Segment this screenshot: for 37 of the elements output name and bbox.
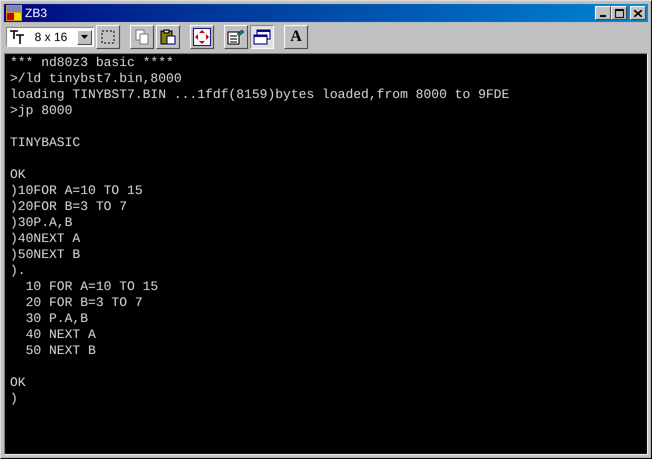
console-line: )20FOR B=3 TO 7: [10, 199, 128, 215]
console-line: loading TINYBST7.BIN ...1fdf(8159)bytes loaded,from 8000 to 9FDE: [10, 87, 510, 103]
app-icon: [6, 5, 22, 21]
minimize-button[interactable]: [595, 6, 611, 20]
console-line: >/ld tinybst7.bin,8000: [10, 71, 182, 87]
console-line: >jp 8000: [10, 103, 72, 119]
arrows-icon: [193, 28, 211, 46]
console-line: OK: [10, 167, 26, 183]
minimize-icon: [600, 15, 606, 17]
clipboard-icon: [160, 29, 176, 45]
properties-icon: [227, 29, 245, 45]
console-line: TINYBASIC: [10, 135, 80, 151]
window-title: ZB3: [25, 7, 48, 19]
font-button[interactable]: A: [284, 25, 308, 49]
close-button[interactable]: [630, 6, 646, 20]
windows-icon: [253, 29, 271, 45]
font-size-dropdown[interactable]: 8 x 16: [6, 27, 94, 47]
maximize-icon: [614, 8, 624, 18]
console-line: OK: [10, 375, 26, 391]
copy-icon: [134, 29, 150, 45]
console-line: *** nd80z3 basic ****: [10, 55, 174, 71]
toolbar-button[interactable]: [250, 25, 274, 49]
console-line: ): [10, 391, 18, 407]
font-size-icon: [9, 30, 25, 44]
console-line: )10FOR A=10 TO 15: [10, 183, 143, 199]
console-line: 10 FOR A=10 TO 15: [24, 279, 158, 295]
close-icon: [634, 10, 642, 16]
console-line: )50NEXT B: [10, 247, 80, 263]
console-line: )40NEXT A: [10, 231, 80, 247]
console-line: 40 NEXT A: [24, 327, 96, 343]
console-line: )30P.A,B: [10, 215, 72, 231]
console-line: 50 NEXT B: [24, 343, 96, 359]
maximize-button[interactable]: [611, 6, 627, 20]
selection-icon: [100, 29, 116, 45]
console-line: ).: [10, 263, 26, 279]
console-line: 30 P.A,B: [24, 311, 88, 327]
console-line: 20 FOR B=3 TO 7: [24, 295, 143, 311]
